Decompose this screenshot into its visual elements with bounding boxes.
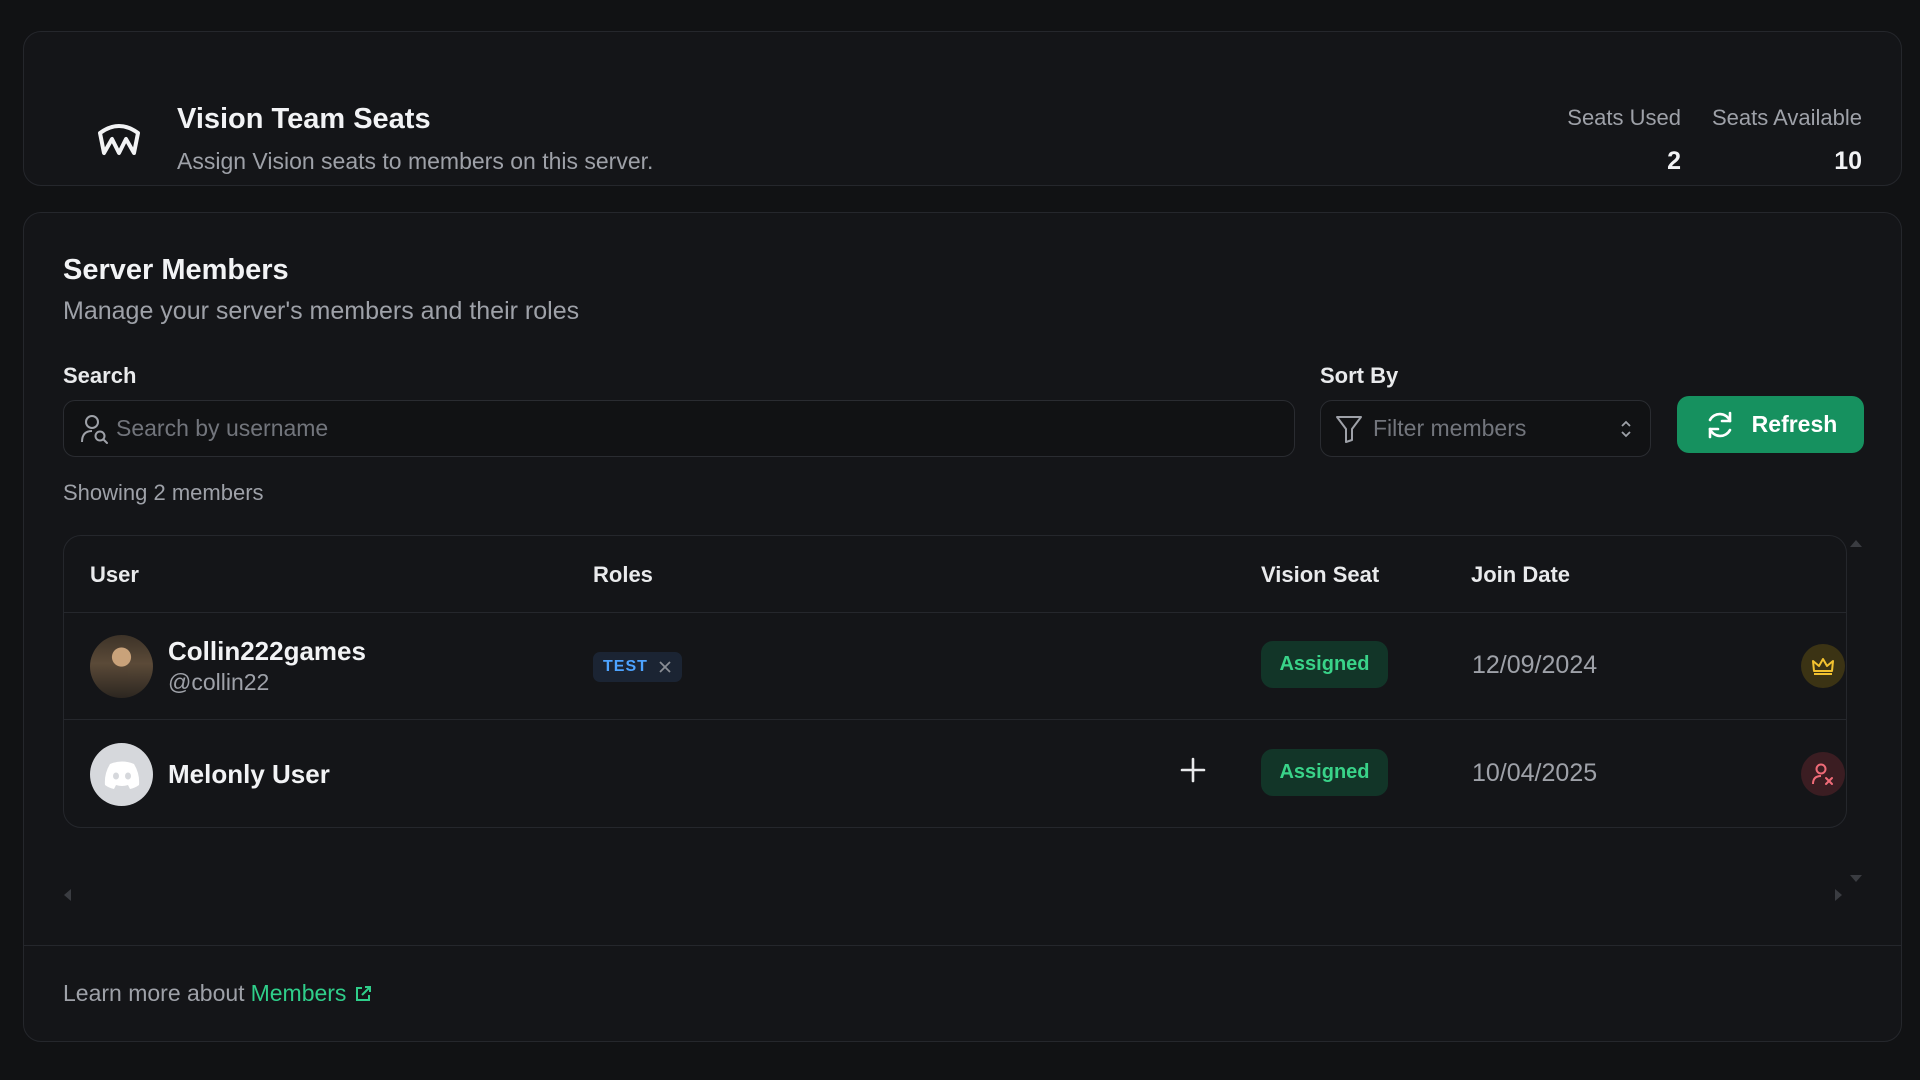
role-name: TEST: [603, 658, 648, 675]
member-count-text: Showing 2 members: [63, 480, 264, 505]
vision-logo-icon: [98, 124, 140, 155]
seats-available-stat: Seats Available 10: [1712, 105, 1862, 176]
avatar: [90, 743, 153, 806]
refresh-icon: [1708, 411, 1731, 438]
column-roles[interactable]: Roles: [593, 562, 653, 588]
seat-status-badge: Assigned: [1261, 749, 1388, 796]
scroll-right-arrow[interactable]: [1835, 889, 1842, 901]
table-header: User Roles Vision Seat Join Date: [64, 536, 1846, 613]
seat-status-badge: Assigned: [1261, 641, 1388, 688]
username: Melonly User: [168, 759, 330, 789]
column-join-date[interactable]: Join Date: [1471, 562, 1570, 588]
plus-icon: [1180, 757, 1206, 783]
members-table: User Roles Vision Seat Join Date Collin2…: [63, 535, 1847, 828]
card-title: Vision Team Seats: [177, 103, 431, 135]
sort-select[interactable]: Filter members: [1320, 400, 1651, 457]
seats-used-value: 2: [1667, 147, 1681, 175]
table-row: Collin222games @collin22 TEST Assigned 1…: [64, 613, 1846, 720]
user-handle: @collin22: [168, 669, 270, 695]
card-subtitle: Assign Vision seats to members on this s…: [177, 148, 654, 174]
remove-user-button[interactable]: [1801, 752, 1845, 796]
add-role-button[interactable]: [1174, 751, 1212, 789]
column-vision-seat[interactable]: Vision Seat: [1261, 562, 1379, 588]
seats-used-label: Seats Used: [1567, 105, 1681, 130]
user-search-icon: [81, 414, 108, 444]
join-date: 12/09/2024: [1472, 651, 1598, 679]
refresh-label: Refresh: [1751, 411, 1838, 437]
owner-button[interactable]: [1801, 644, 1845, 688]
username: Collin222games: [168, 636, 366, 666]
user-remove-icon: [1812, 763, 1833, 785]
footer-divider: [24, 945, 1901, 946]
discord-icon: [104, 761, 139, 789]
seats-available-value: 10: [1834, 147, 1862, 175]
crown-icon: [1812, 658, 1834, 675]
refresh-button[interactable]: Refresh: [1677, 396, 1864, 453]
filter-icon: [1336, 415, 1362, 443]
scroll-up-arrow[interactable]: [1850, 540, 1862, 547]
table-row: Melonly User Assigned 10/04/2025: [64, 721, 1846, 827]
search-field[interactable]: [63, 400, 1295, 457]
footer-text: Learn more about: [63, 980, 245, 1006]
role-badge: TEST: [593, 652, 682, 682]
avatar: [90, 635, 153, 698]
section-subtitle: Manage your server's members and their r…: [63, 297, 580, 325]
close-icon[interactable]: [658, 660, 672, 674]
sort-label: Sort By: [1320, 363, 1399, 388]
scroll-down-arrow[interactable]: [1850, 875, 1862, 882]
seats-used-stat: Seats Used 2: [1567, 105, 1681, 176]
chevron-up-down-icon: [1621, 420, 1631, 437]
search-label: Search: [63, 363, 137, 388]
vision-seats-card: Vision Team Seats Assign Vision seats to…: [23, 31, 1902, 186]
scroll-left-arrow[interactable]: [64, 889, 71, 901]
server-members-card: Server Members Manage your server's memb…: [23, 212, 1902, 1042]
section-title: Server Members: [63, 254, 289, 286]
sort-placeholder: Filter members: [1373, 415, 1527, 441]
footer: Learn more about Members: [63, 980, 372, 1007]
search-input[interactable]: [116, 415, 1216, 442]
seats-available-label: Seats Available: [1711, 105, 1862, 130]
column-user[interactable]: User: [90, 562, 139, 588]
join-date: 10/04/2025: [1472, 759, 1598, 787]
members-link[interactable]: Members: [251, 980, 347, 1007]
external-link-icon[interactable]: [354, 985, 372, 1003]
